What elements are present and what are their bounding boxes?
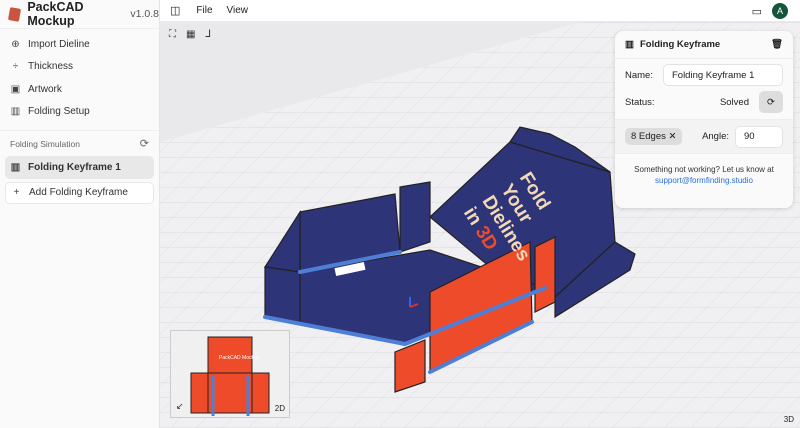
close-icon[interactable]: ✕ (669, 131, 677, 142)
name-label: Name: (625, 69, 653, 81)
keyframe-panel: ▥ Folding Keyframe 🗑 Name: Folding Keyframe… (615, 31, 793, 208)
sidebar-item-import-dieline[interactable]: ⊕ Import Dieline (5, 33, 154, 56)
fit-view-icon[interactable]: ⛶ (169, 29, 176, 40)
help-text: Something not working? Let us know at (634, 165, 774, 174)
app-version: v1.0.8 (130, 8, 159, 20)
view-mode-label: 3D (783, 415, 794, 424)
sidebar-item-label: Artwork (28, 83, 62, 95)
sidebar-item-label: Import Dieline (28, 38, 90, 50)
trash-icon[interactable]: 🗑 (771, 39, 783, 50)
folding-simulation-header: Folding Simulation ⟳ (0, 130, 159, 156)
edges-chip-label: 8 Edges (631, 131, 666, 142)
logo-icon (7, 6, 22, 22)
axes-icon[interactable]: ⅃ (205, 29, 211, 40)
menu-file[interactable]: File (196, 5, 212, 16)
import-icon: ⊕ (11, 38, 20, 50)
sidebar-item-artwork[interactable]: ▣ Artwork (5, 78, 154, 101)
keyframe-label: Folding Keyframe 1 (28, 161, 121, 173)
back-flap (399, 181, 431, 253)
section-title: Folding Simulation (10, 138, 80, 149)
image-icon: ▣ (10, 83, 21, 95)
solve-button[interactable]: ⟳ (759, 91, 783, 113)
refresh-icon[interactable]: ⟳ (140, 137, 149, 150)
thickness-icon: ÷ (12, 61, 19, 73)
keyframe-item[interactable]: ▥ Folding Keyframe 1 (5, 156, 154, 179)
sidebar-item-folding-setup[interactable]: ▥ Folding Setup (5, 101, 154, 124)
panel-title: Folding Keyframe (639, 39, 721, 50)
edges-chip[interactable]: 8 Edges ✕ (625, 128, 683, 145)
add-keyframe-label: Add Folding Keyframe (29, 187, 128, 199)
sidebar-item-label: Thickness (28, 61, 74, 73)
minimap-2d[interactable]: PackCAD Mockup ↙ 2D (170, 330, 290, 418)
sidebar-toggle-icon[interactable]: ◫ (170, 4, 180, 17)
sidebar-item-thickness[interactable]: ÷ Thickness (5, 56, 154, 79)
avatar[interactable]: A (772, 3, 788, 19)
map-icon: ▥ (10, 106, 21, 118)
add-keyframe-button[interactable]: + Add Folding Keyframe (5, 181, 154, 204)
expand-icon[interactable]: ↙ (176, 401, 184, 412)
dieline-2d: PackCAD Mockup (190, 336, 270, 416)
support-link[interactable]: support@formfinding.studio (655, 176, 753, 185)
chat-icon[interactable]: ▭ (752, 5, 762, 18)
grid-icon[interactable]: ▦ (186, 29, 195, 40)
side-tab (534, 236, 556, 313)
status-value: Solved (719, 96, 749, 108)
minimap-label: 2D (274, 404, 285, 413)
menu-view[interactable]: View (227, 5, 249, 16)
sidebar: PackCAD Mockup v1.0.8 ⊕ Import Dieline ÷ Th… (0, 0, 160, 428)
angle-input[interactable]: 90 (735, 125, 783, 148)
map-icon: ▥ (10, 161, 21, 173)
top-bar: ◫ File View ▭ A (160, 0, 800, 22)
status-label: Status: (625, 96, 655, 108)
left-wall (264, 266, 301, 323)
app-name: PackCAD Mockup (27, 0, 84, 28)
map-icon: ▥ (625, 39, 634, 50)
plus-icon: + (13, 187, 20, 199)
name-input[interactable]: Folding Keyframe 1 (662, 64, 783, 86)
mini-brand-text: PackCAD Mockup (219, 355, 260, 361)
sidebar-item-label: Folding Setup (28, 106, 90, 118)
angle-label: Angle: (702, 131, 729, 142)
brand: PackCAD Mockup v1.0.8 (0, 0, 159, 29)
